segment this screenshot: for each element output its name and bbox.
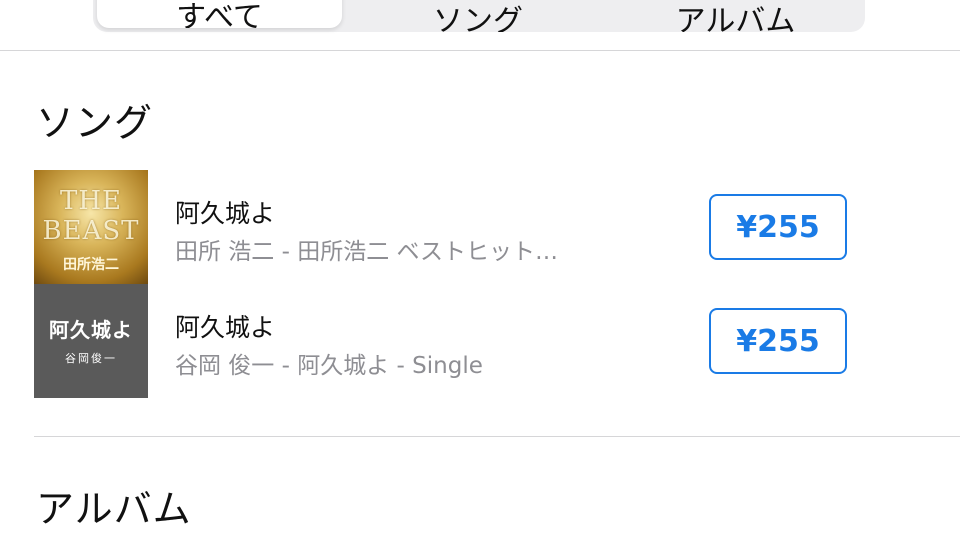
search-results-page: すべて ソング アルバム ソング THE BEAST 田所浩二 阿久城よ 田所 … [0, 0, 960, 540]
song-title: 阿久城よ [175, 313, 276, 342]
scope-segmented-control: すべて ソング アルバム [93, 0, 865, 32]
artwork-text: 谷岡俊一 [65, 352, 117, 365]
buy-price-button[interactable]: ¥255 [709, 308, 847, 374]
song-artwork[interactable]: 阿久城よ 谷岡俊一 [34, 284, 148, 398]
section-divider [34, 436, 960, 437]
buy-price-button[interactable]: ¥255 [709, 194, 847, 260]
artwork-text: THE [60, 186, 122, 216]
segment-albums-label: アルバム [675, 4, 796, 32]
song-subtitle: 谷岡 俊一 - 阿久城よ - Single [175, 353, 483, 379]
song-artwork[interactable]: THE BEAST 田所浩二 [34, 170, 148, 284]
albums-section-title: アルバム [36, 487, 192, 531]
segment-all-label: すべて [176, 0, 263, 28]
artwork-text: BEAST [42, 216, 140, 246]
songs-section-title: ソング [36, 101, 154, 145]
song-row[interactable]: THE BEAST 田所浩二 阿久城よ 田所 浩二 - 田所浩二 ベストヒット…… [34, 170, 960, 284]
segment-songs-label: ソング [433, 4, 523, 32]
song-row[interactable]: 阿久城よ 谷岡俊一 阿久城よ 谷岡 俊一 - 阿久城よ - Single ¥25… [34, 284, 960, 398]
artwork-text: 阿久城よ [49, 318, 133, 342]
segment-all[interactable]: すべて [97, 0, 342, 28]
song-subtitle: 田所 浩二 - 田所浩二 ベストヒット… [175, 239, 559, 265]
segment-songs[interactable]: ソング [353, 0, 603, 32]
song-title: 阿久城よ [175, 199, 276, 228]
header-divider [0, 50, 960, 51]
artwork-text: 田所浩二 [63, 257, 119, 273]
segment-albums[interactable]: アルバム [608, 0, 863, 32]
